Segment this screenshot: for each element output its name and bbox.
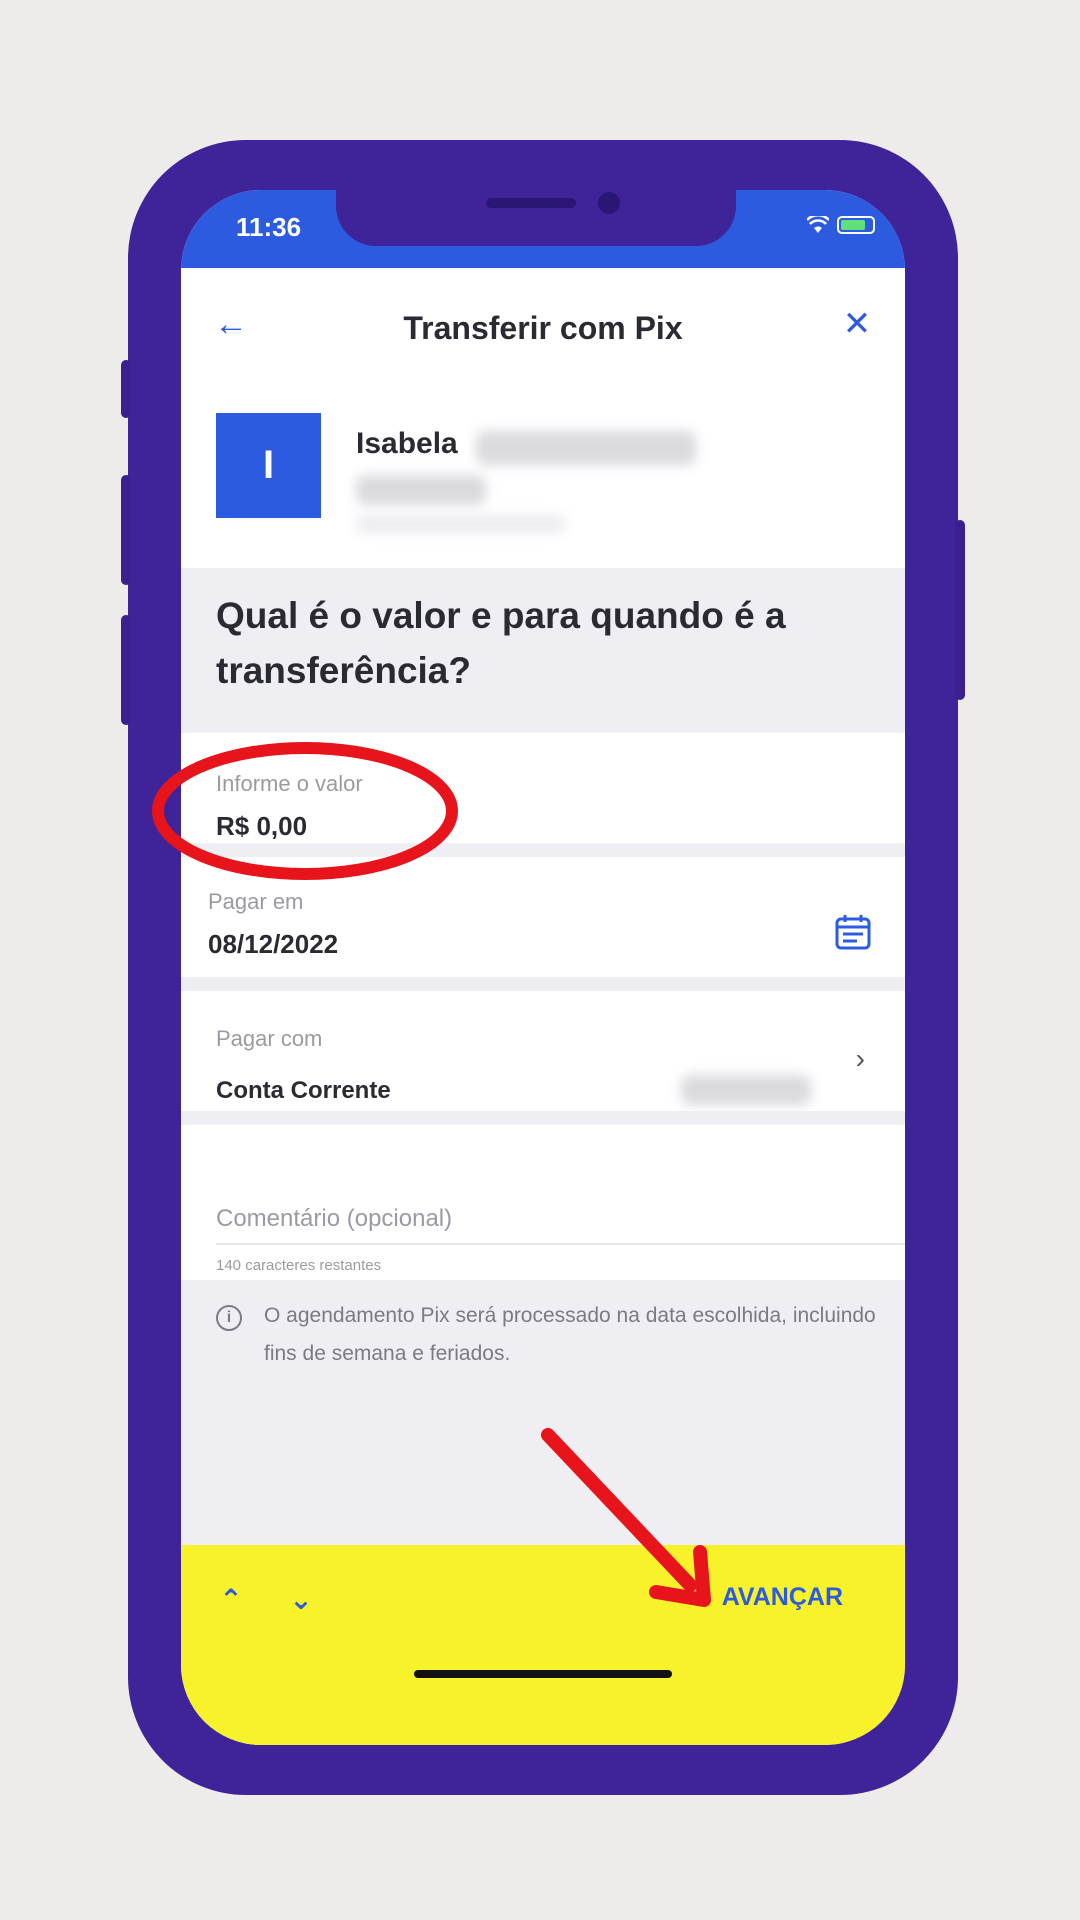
volume-up-button bbox=[121, 475, 131, 585]
mute-switch bbox=[121, 360, 131, 418]
comment-placeholder[interactable]: Comentário (opcional) bbox=[216, 1205, 452, 1233]
info-icon: i bbox=[216, 1305, 242, 1331]
status-icons bbox=[807, 216, 875, 234]
status-time: 11:36 bbox=[236, 212, 302, 242]
account-value: Conta Corrente bbox=[216, 1077, 391, 1104]
date-label: Pagar em bbox=[208, 889, 304, 914]
page-title: Transferir com Pix bbox=[403, 309, 683, 346]
date-value[interactable]: 08/12/2022 bbox=[208, 929, 338, 960]
home-indicator bbox=[414, 1670, 672, 1678]
comment-helper: 140 caracteres restantes bbox=[216, 1257, 382, 1274]
chevron-down-icon[interactable]: ⌄ bbox=[281, 1580, 321, 1620]
question-heading: Qual é o valor e para quando é a transfe… bbox=[216, 595, 786, 691]
battery-icon bbox=[837, 216, 875, 234]
contact-card: I Isabela bbox=[216, 413, 876, 533]
front-camera bbox=[598, 192, 620, 214]
wifi-icon bbox=[807, 216, 829, 233]
avatar: I bbox=[216, 413, 321, 518]
amount-field[interactable]: Informe o valor R$ 0,00 bbox=[181, 733, 905, 843]
divider bbox=[181, 977, 905, 991]
redacted-key bbox=[356, 515, 566, 533]
volume-down-button bbox=[121, 615, 131, 725]
chevron-up-icon[interactable]: ⌃ bbox=[211, 1580, 251, 1620]
redacted-surname bbox=[476, 431, 696, 465]
power-button bbox=[955, 520, 965, 700]
divider bbox=[181, 843, 905, 857]
comment-field[interactable]: Comentário (opcional) 140 caracteres res… bbox=[181, 1125, 905, 1280]
redacted-name-line bbox=[356, 475, 486, 505]
chevron-right-icon[interactable]: › bbox=[856, 1043, 865, 1075]
page-header: ← Transferir com Pix ✕ bbox=[181, 268, 905, 388]
redacted-account-number bbox=[681, 1075, 811, 1105]
phone-frame: 11:36 ← Transferir com Pix ✕ I Isabela Q… bbox=[121, 140, 965, 1795]
account-field[interactable]: Pagar com Conta Corrente › bbox=[181, 991, 905, 1111]
amount-value[interactable]: R$ 0,00 bbox=[216, 811, 307, 842]
contact-name: Isabela bbox=[356, 427, 458, 460]
info-text: O agendamento Pix será processado na dat… bbox=[264, 1304, 876, 1365]
status-bar: 11:36 bbox=[181, 190, 905, 268]
advance-button[interactable]: AVANÇAR bbox=[722, 1583, 843, 1612]
notch bbox=[336, 190, 736, 246]
calendar-icon[interactable] bbox=[833, 912, 873, 952]
bottom-toolbar: ⌃ ⌄ AVANÇAR bbox=[181, 1545, 905, 1745]
question-section: Qual é o valor e para quando é a transfe… bbox=[181, 568, 905, 733]
phone-screen: 11:36 ← Transferir com Pix ✕ I Isabela Q… bbox=[181, 190, 905, 1745]
comment-underline bbox=[216, 1243, 905, 1245]
close-icon[interactable]: ✕ bbox=[837, 304, 877, 344]
divider bbox=[181, 1111, 905, 1125]
speaker bbox=[486, 198, 576, 208]
amount-label: Informe o valor bbox=[216, 771, 363, 796]
account-label: Pagar com bbox=[216, 1026, 323, 1051]
date-field[interactable]: Pagar em 08/12/2022 bbox=[181, 857, 905, 977]
arrow-left-icon[interactable]: ← bbox=[211, 304, 251, 344]
